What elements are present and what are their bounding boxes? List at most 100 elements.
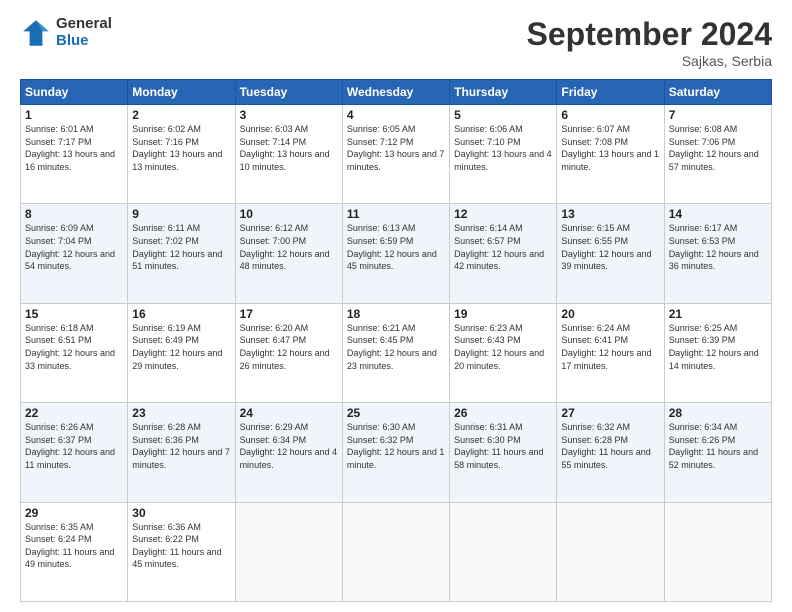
day-number: 20 (561, 307, 659, 321)
day-info: Sunrise: 6:31 AMSunset: 6:30 PMDaylight:… (454, 422, 543, 470)
day-number: 11 (347, 207, 445, 221)
day-number: 5 (454, 108, 552, 122)
week-row-2: 8 Sunrise: 6:09 AMSunset: 7:04 PMDayligh… (21, 204, 772, 303)
day-cell-5: 5 Sunrise: 6:06 AMSunset: 7:10 PMDayligh… (450, 105, 557, 204)
day-cell-9: 9 Sunrise: 6:11 AMSunset: 7:02 PMDayligh… (128, 204, 235, 303)
day-info: Sunrise: 6:32 AMSunset: 6:28 PMDaylight:… (561, 422, 650, 470)
day-number: 4 (347, 108, 445, 122)
logo-icon (20, 17, 52, 49)
calendar-table: SundayMondayTuesdayWednesdayThursdayFrid… (20, 79, 772, 602)
day-number: 21 (669, 307, 767, 321)
day-number: 10 (240, 207, 338, 221)
empty-cell (235, 502, 342, 601)
day-cell-22: 22 Sunrise: 6:26 AMSunset: 6:37 PMDaylig… (21, 403, 128, 502)
header: General Blue September 2024 Sajkas, Serb… (20, 16, 772, 69)
weekday-header-sunday: Sunday (21, 80, 128, 105)
day-info: Sunrise: 6:25 AMSunset: 6:39 PMDaylight:… (669, 323, 759, 371)
weekday-header-thursday: Thursday (450, 80, 557, 105)
day-cell-13: 13 Sunrise: 6:15 AMSunset: 6:55 PMDaylig… (557, 204, 664, 303)
day-number: 26 (454, 406, 552, 420)
day-cell-6: 6 Sunrise: 6:07 AMSunset: 7:08 PMDayligh… (557, 105, 664, 204)
day-cell-23: 23 Sunrise: 6:28 AMSunset: 6:36 PMDaylig… (128, 403, 235, 502)
day-cell-26: 26 Sunrise: 6:31 AMSunset: 6:30 PMDaylig… (450, 403, 557, 502)
weekday-header-wednesday: Wednesday (342, 80, 449, 105)
day-number: 18 (347, 307, 445, 321)
day-cell-10: 10 Sunrise: 6:12 AMSunset: 7:00 PMDaylig… (235, 204, 342, 303)
day-number: 16 (132, 307, 230, 321)
day-number: 27 (561, 406, 659, 420)
day-cell-8: 8 Sunrise: 6:09 AMSunset: 7:04 PMDayligh… (21, 204, 128, 303)
logo-general-text: General (56, 16, 112, 33)
weekday-header-saturday: Saturday (664, 80, 771, 105)
day-info: Sunrise: 6:24 AMSunset: 6:41 PMDaylight:… (561, 323, 651, 371)
day-number: 2 (132, 108, 230, 122)
day-info: Sunrise: 6:01 AMSunset: 7:17 PMDaylight:… (25, 124, 115, 172)
day-number: 7 (669, 108, 767, 122)
empty-cell (342, 502, 449, 601)
empty-cell (450, 502, 557, 601)
weekday-header-friday: Friday (557, 80, 664, 105)
day-info: Sunrise: 6:36 AMSunset: 6:22 PMDaylight:… (132, 522, 221, 570)
day-number: 24 (240, 406, 338, 420)
day-cell-28: 28 Sunrise: 6:34 AMSunset: 6:26 PMDaylig… (664, 403, 771, 502)
empty-cell (557, 502, 664, 601)
week-row-5: 29 Sunrise: 6:35 AMSunset: 6:24 PMDaylig… (21, 502, 772, 601)
day-number: 1 (25, 108, 123, 122)
day-number: 15 (25, 307, 123, 321)
day-cell-19: 19 Sunrise: 6:23 AMSunset: 6:43 PMDaylig… (450, 303, 557, 402)
month-title: September 2024 (527, 16, 772, 53)
day-info: Sunrise: 6:19 AMSunset: 6:49 PMDaylight:… (132, 323, 222, 371)
day-cell-17: 17 Sunrise: 6:20 AMSunset: 6:47 PMDaylig… (235, 303, 342, 402)
day-cell-12: 12 Sunrise: 6:14 AMSunset: 6:57 PMDaylig… (450, 204, 557, 303)
day-number: 13 (561, 207, 659, 221)
day-number: 17 (240, 307, 338, 321)
day-number: 9 (132, 207, 230, 221)
day-info: Sunrise: 6:30 AMSunset: 6:32 PMDaylight:… (347, 422, 445, 470)
day-info: Sunrise: 6:28 AMSunset: 6:36 PMDaylight:… (132, 422, 230, 470)
day-number: 12 (454, 207, 552, 221)
day-cell-18: 18 Sunrise: 6:21 AMSunset: 6:45 PMDaylig… (342, 303, 449, 402)
week-row-1: 1 Sunrise: 6:01 AMSunset: 7:17 PMDayligh… (21, 105, 772, 204)
day-info: Sunrise: 6:29 AMSunset: 6:34 PMDaylight:… (240, 422, 338, 470)
day-number: 6 (561, 108, 659, 122)
day-number: 29 (25, 506, 123, 520)
logo-blue-text: Blue (56, 33, 112, 50)
empty-cell (664, 502, 771, 601)
week-row-3: 15 Sunrise: 6:18 AMSunset: 6:51 PMDaylig… (21, 303, 772, 402)
day-info: Sunrise: 6:35 AMSunset: 6:24 PMDaylight:… (25, 522, 114, 570)
day-cell-29: 29 Sunrise: 6:35 AMSunset: 6:24 PMDaylig… (21, 502, 128, 601)
day-info: Sunrise: 6:14 AMSunset: 6:57 PMDaylight:… (454, 223, 544, 271)
day-info: Sunrise: 6:26 AMSunset: 6:37 PMDaylight:… (25, 422, 115, 470)
day-info: Sunrise: 6:07 AMSunset: 7:08 PMDaylight:… (561, 124, 659, 172)
day-number: 19 (454, 307, 552, 321)
day-cell-11: 11 Sunrise: 6:13 AMSunset: 6:59 PMDaylig… (342, 204, 449, 303)
day-info: Sunrise: 6:03 AMSunset: 7:14 PMDaylight:… (240, 124, 330, 172)
day-cell-3: 3 Sunrise: 6:03 AMSunset: 7:14 PMDayligh… (235, 105, 342, 204)
day-info: Sunrise: 6:12 AMSunset: 7:00 PMDaylight:… (240, 223, 330, 271)
day-info: Sunrise: 6:21 AMSunset: 6:45 PMDaylight:… (347, 323, 437, 371)
day-info: Sunrise: 6:05 AMSunset: 7:12 PMDaylight:… (347, 124, 445, 172)
day-cell-4: 4 Sunrise: 6:05 AMSunset: 7:12 PMDayligh… (342, 105, 449, 204)
day-cell-16: 16 Sunrise: 6:19 AMSunset: 6:49 PMDaylig… (128, 303, 235, 402)
week-row-4: 22 Sunrise: 6:26 AMSunset: 6:37 PMDaylig… (21, 403, 772, 502)
day-info: Sunrise: 6:08 AMSunset: 7:06 PMDaylight:… (669, 124, 759, 172)
day-cell-20: 20 Sunrise: 6:24 AMSunset: 6:41 PMDaylig… (557, 303, 664, 402)
page: General Blue September 2024 Sajkas, Serb… (0, 0, 792, 612)
day-info: Sunrise: 6:23 AMSunset: 6:43 PMDaylight:… (454, 323, 544, 371)
day-cell-1: 1 Sunrise: 6:01 AMSunset: 7:17 PMDayligh… (21, 105, 128, 204)
location: Sajkas, Serbia (527, 53, 772, 69)
title-block: September 2024 Sajkas, Serbia (527, 16, 772, 69)
day-cell-15: 15 Sunrise: 6:18 AMSunset: 6:51 PMDaylig… (21, 303, 128, 402)
day-info: Sunrise: 6:09 AMSunset: 7:04 PMDaylight:… (25, 223, 115, 271)
day-number: 28 (669, 406, 767, 420)
day-cell-27: 27 Sunrise: 6:32 AMSunset: 6:28 PMDaylig… (557, 403, 664, 502)
day-cell-2: 2 Sunrise: 6:02 AMSunset: 7:16 PMDayligh… (128, 105, 235, 204)
logo-text: General Blue (56, 16, 112, 49)
day-info: Sunrise: 6:17 AMSunset: 6:53 PMDaylight:… (669, 223, 759, 271)
day-info: Sunrise: 6:15 AMSunset: 6:55 PMDaylight:… (561, 223, 651, 271)
day-cell-24: 24 Sunrise: 6:29 AMSunset: 6:34 PMDaylig… (235, 403, 342, 502)
day-cell-30: 30 Sunrise: 6:36 AMSunset: 6:22 PMDaylig… (128, 502, 235, 601)
day-cell-21: 21 Sunrise: 6:25 AMSunset: 6:39 PMDaylig… (664, 303, 771, 402)
day-info: Sunrise: 6:06 AMSunset: 7:10 PMDaylight:… (454, 124, 552, 172)
day-number: 8 (25, 207, 123, 221)
